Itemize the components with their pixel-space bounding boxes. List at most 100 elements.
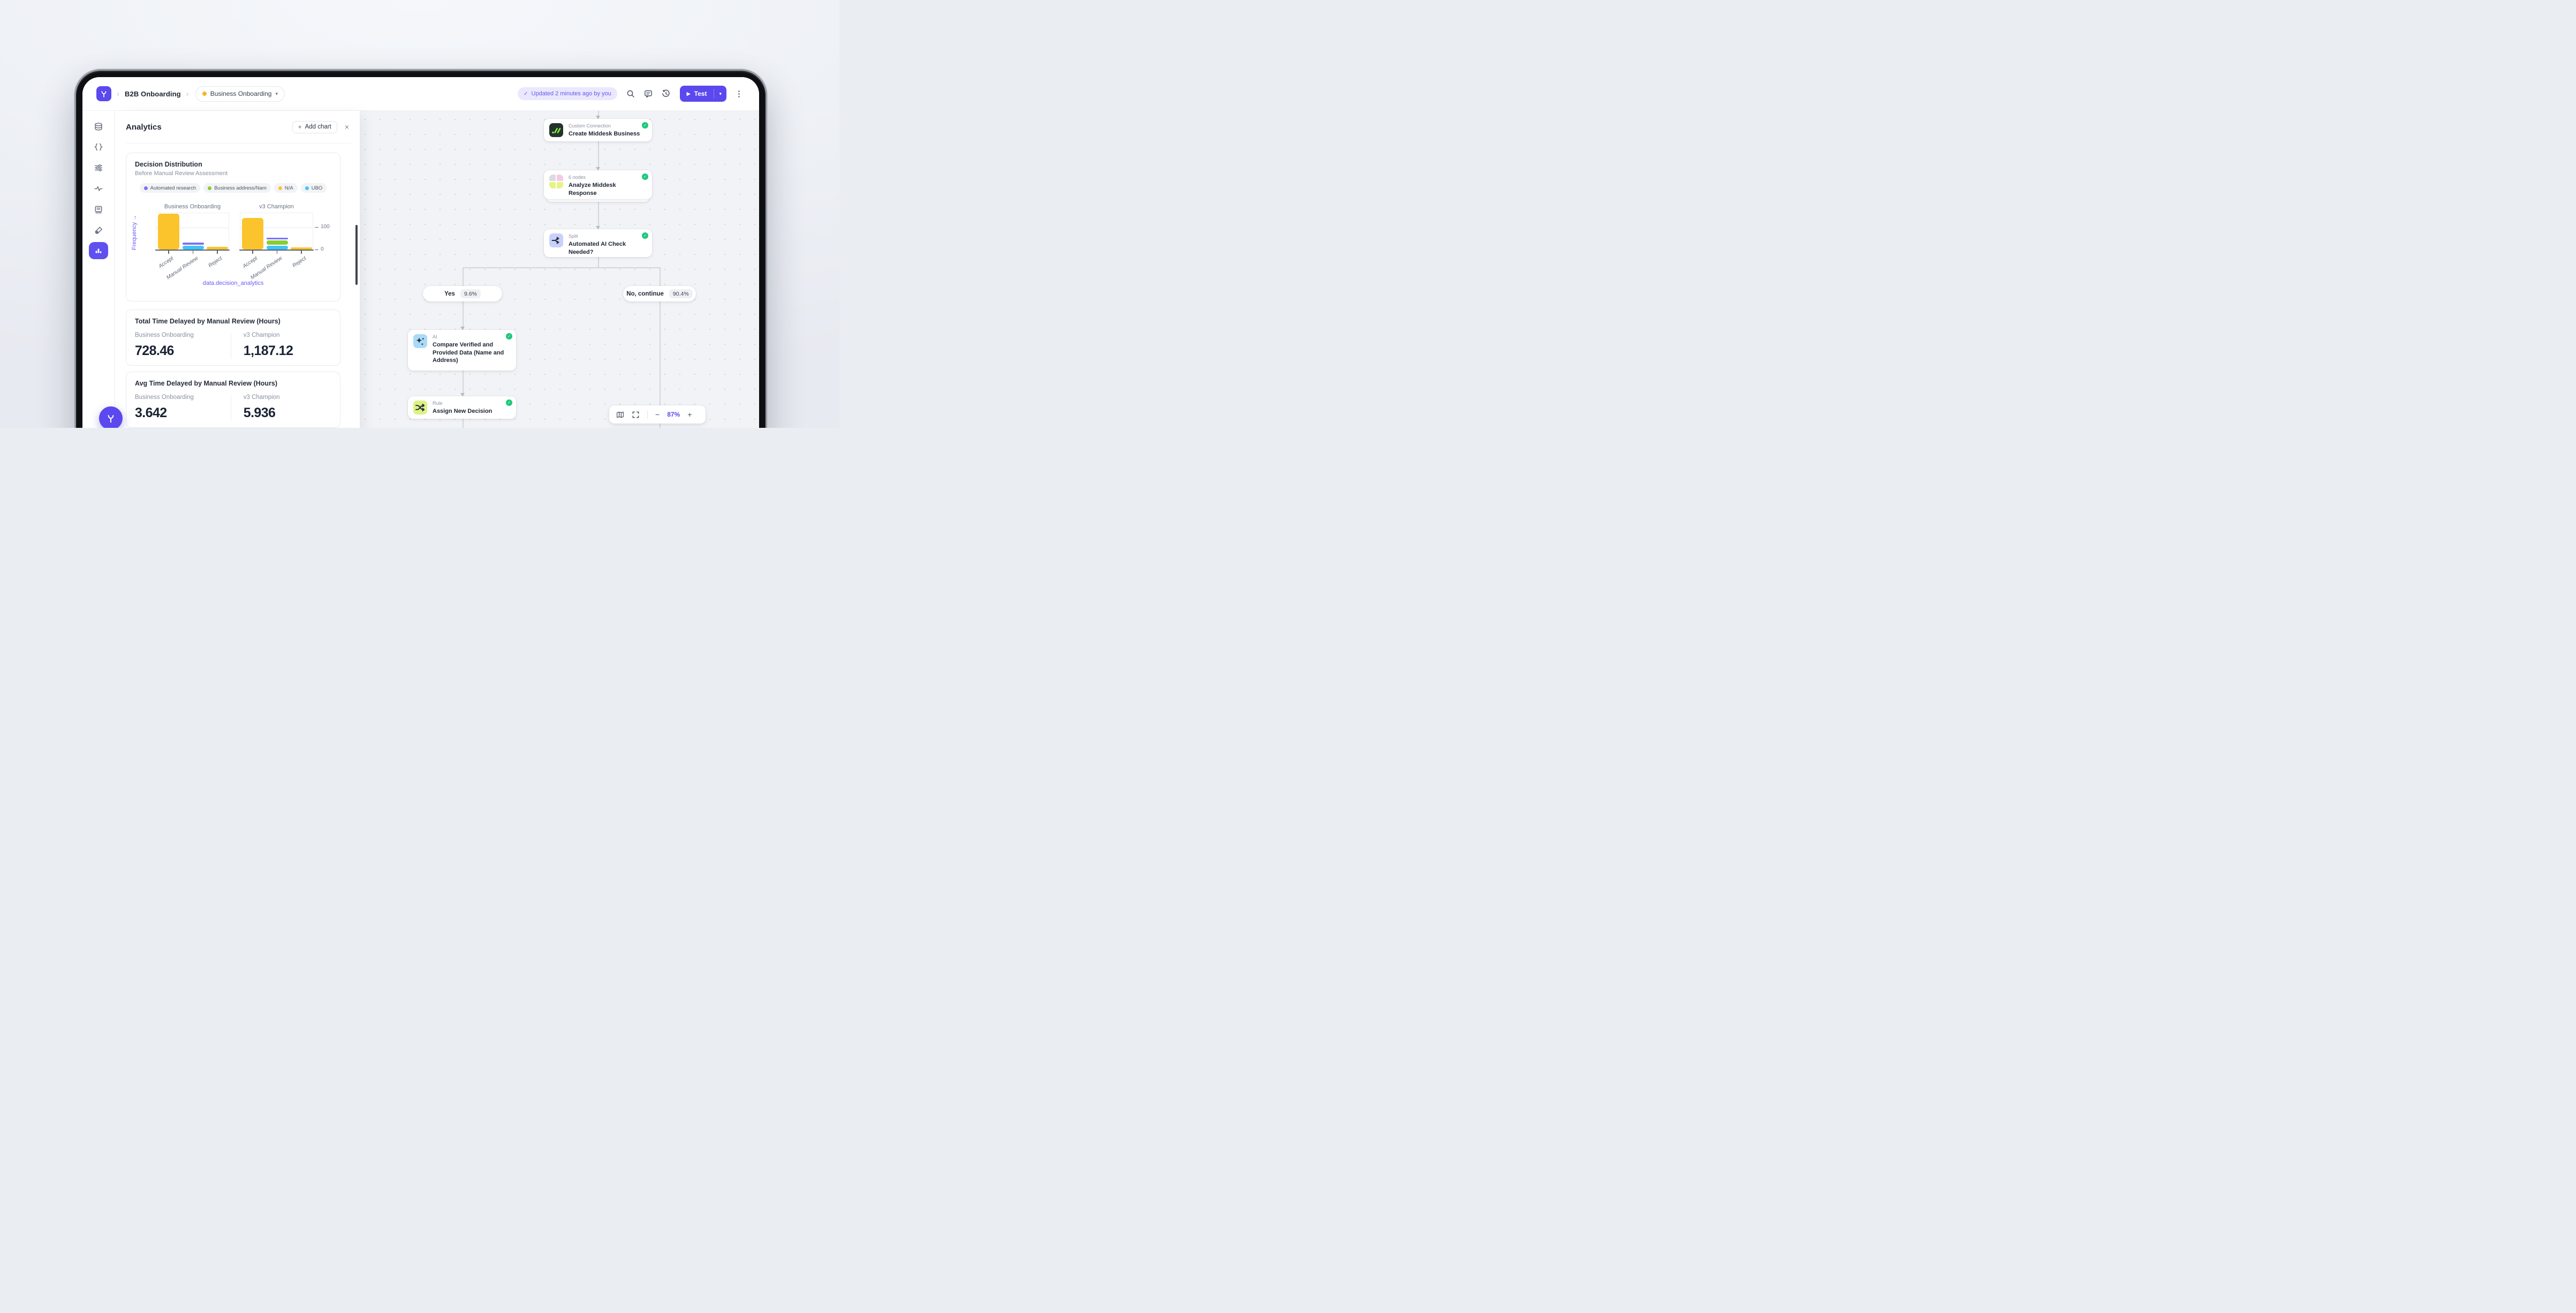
legend-item[interactable]: Automated research xyxy=(140,183,201,193)
version-selector[interactable]: Business Onboarding ▾ xyxy=(195,86,285,102)
edge-percentage-badge: 90.4% xyxy=(669,289,693,298)
updated-status-text: Updated 2 minutes ago by you xyxy=(532,90,611,97)
test-button-label: Test xyxy=(694,90,707,97)
connector-line xyxy=(463,371,464,396)
x-tick-label: Accept xyxy=(242,255,259,269)
node-type: AI xyxy=(433,334,511,340)
chevron-right-icon: › xyxy=(186,89,189,99)
divider xyxy=(126,143,351,144)
settings-sliders-icon[interactable] xyxy=(94,163,103,172)
play-icon: ▶ xyxy=(687,91,691,97)
x-tick-label: Reject xyxy=(291,255,307,269)
decision-distribution-card: Decision Distribution Before Manual Revi… xyxy=(126,153,340,301)
check-icon: ✓ xyxy=(524,91,528,97)
bar-segment xyxy=(158,214,179,250)
success-check-badge: ✓ xyxy=(642,173,648,180)
rule-shuffle-icon xyxy=(413,401,427,414)
chart-subtitle: Before Manual Review Assessment xyxy=(135,170,331,177)
node-title: Compare Verified and Provided Data (Name… xyxy=(433,341,511,365)
legend-label: UBO xyxy=(312,185,323,191)
test-tube-icon[interactable] xyxy=(94,226,103,235)
activity-icon[interactable] xyxy=(94,184,103,193)
node-automated-ai-check[interactable]: Split Automated AI Check Needed? ✓ xyxy=(544,229,652,257)
edge-label-no-continue[interactable]: No, continue 90.4% xyxy=(623,286,696,301)
main-area: Custom Connection Create Middesk Busines… xyxy=(82,111,759,428)
ai-sparkles-icon xyxy=(413,334,427,348)
panel-scrollbar[interactable] xyxy=(355,225,358,285)
legend-dot xyxy=(144,186,148,190)
panel-title: Analytics xyxy=(126,123,292,132)
node-title: Automated AI Check Needed? xyxy=(569,240,634,256)
legend-item[interactable]: UBO xyxy=(301,183,327,193)
legend-label: Business address/Nam xyxy=(214,185,267,191)
legend-dot xyxy=(208,186,211,190)
facet-plot: AcceptManual ReviewReject xyxy=(240,213,313,250)
device-frame: › B2B Onboarding › Business Onboarding ▾… xyxy=(76,71,766,428)
success-check-badge: ✓ xyxy=(506,333,512,339)
docs-book-icon[interactable] xyxy=(94,205,103,214)
test-button[interactable]: ▶ Test ▾ xyxy=(680,86,726,102)
divider xyxy=(647,410,648,419)
comment-icon[interactable] xyxy=(644,89,653,98)
node-compare-verified-data[interactable]: AI Compare Verified and Provided Data (N… xyxy=(408,330,516,371)
legend-label: Automated research xyxy=(150,185,196,191)
brand-floating-button[interactable] xyxy=(99,406,123,428)
add-chart-label: Add chart xyxy=(305,124,331,130)
brand-logo-icon xyxy=(105,412,117,424)
test-dropdown-toggle[interactable]: ▾ xyxy=(714,86,726,102)
node-type: Split xyxy=(569,233,634,239)
facet-title: v3 Champion xyxy=(240,203,313,210)
add-chart-button[interactable]: + Add chart xyxy=(292,121,337,133)
stat-card-title: Avg Time Delayed by Manual Review (Hours… xyxy=(135,380,331,387)
code-braces-icon[interactable] xyxy=(94,142,103,152)
facet-plot: AcceptManual ReviewReject xyxy=(156,213,229,250)
app-logo[interactable] xyxy=(96,86,111,101)
bar-segment xyxy=(267,240,288,245)
bar-segment xyxy=(267,238,288,240)
node-assign-new-decision[interactable]: Rule Assign New Decision ✓ xyxy=(408,396,516,419)
search-icon[interactable] xyxy=(626,89,635,98)
legend-item[interactable]: Business address/Nam xyxy=(203,183,271,193)
breadcrumb[interactable]: B2B Onboarding xyxy=(125,90,181,98)
success-check-badge: ✓ xyxy=(642,122,648,129)
more-menu-button[interactable]: ⋮ xyxy=(735,90,743,98)
stat-value: 728.46 xyxy=(135,343,231,359)
x-tick-label: Accept xyxy=(158,255,175,269)
analytics-panel: Analytics + Add chart × Decision Distrib… xyxy=(115,111,360,428)
node-group-icon xyxy=(549,175,563,188)
node-create-middesk-business[interactable]: Custom Connection Create Middesk Busines… xyxy=(544,119,652,141)
brand-logo-icon xyxy=(99,89,109,99)
chart-data-source-link[interactable]: data.decision_analytics xyxy=(126,280,340,286)
minimap-icon[interactable] xyxy=(616,411,624,419)
y-tick-label: 0 xyxy=(321,246,324,252)
legend-item[interactable]: N/A xyxy=(274,183,298,193)
history-icon[interactable] xyxy=(662,89,670,98)
connector-line xyxy=(598,201,599,229)
version-label: Business Onboarding xyxy=(210,90,272,97)
avg-time-delayed-card: Avg Time Delayed by Manual Review (Hours… xyxy=(126,372,340,428)
connector-line xyxy=(463,267,660,268)
edge-percentage-badge: 9.6% xyxy=(460,289,481,298)
y-tick xyxy=(315,227,319,228)
x-tick xyxy=(252,250,253,254)
connector-line xyxy=(463,419,464,428)
edge-label-yes[interactable]: Yes 9.6% xyxy=(423,286,502,301)
zoom-out-button[interactable]: − xyxy=(655,411,660,418)
node-title: Create Middesk Business xyxy=(569,130,640,138)
connector-line xyxy=(660,267,661,286)
node-type: Custom Connection xyxy=(569,123,640,129)
chart-legend: Automated research Business address/Nam N/… xyxy=(126,183,340,193)
y-tick-label: 100 xyxy=(321,224,330,230)
data-sources-icon[interactable] xyxy=(94,122,103,131)
stat-card-title: Total Time Delayed by Manual Review (Hou… xyxy=(135,318,331,325)
fit-view-icon[interactable] xyxy=(632,411,640,419)
success-check-badge: ✓ xyxy=(642,232,648,239)
node-analyze-middesk-response[interactable]: 6 nodes Analyze Middesk Response ✓ xyxy=(544,170,652,199)
close-panel-button[interactable]: × xyxy=(345,123,349,131)
sidebar-item-analytics-active[interactable] xyxy=(89,242,108,259)
stat-label: Business Onboarding xyxy=(135,394,231,401)
page-background: { "icons": { "play": "▶", "kebab": "⋮", … xyxy=(0,0,839,428)
zoom-in-button[interactable]: + xyxy=(687,411,692,418)
version-status-dot xyxy=(202,92,207,96)
zoom-level[interactable]: 87% xyxy=(667,411,680,418)
